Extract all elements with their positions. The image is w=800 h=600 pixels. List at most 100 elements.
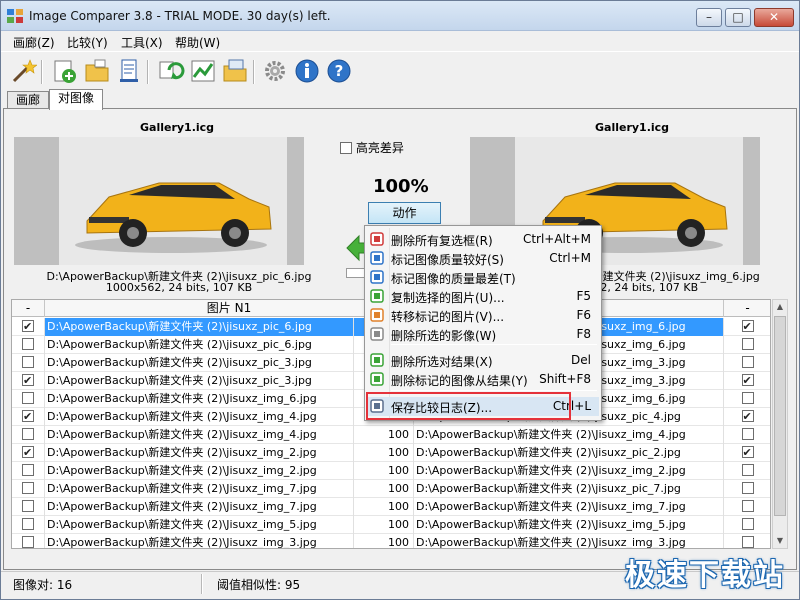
row-left-path[interactable]: D:\ApowerBackup\新建文件夹 (2)\Jisuxz_img_7.j… [45,480,354,498]
row-right-checkbox-cell[interactable] [724,390,770,408]
scroll-up-icon[interactable]: ▲ [773,300,787,314]
highlight-checkbox-box[interactable] [340,142,352,154]
row-left-checkbox-cell[interactable] [12,444,45,462]
row-right-checkbox[interactable] [741,356,754,368]
context-menu-item-mark-worse[interactable]: 标记图像的质量最差(T) [367,268,599,287]
row-left-checkbox[interactable] [22,518,34,530]
row-right-path[interactable]: D:\ApowerBackup\新建文件夹 (2)\Jisuxz_img_5.j… [414,516,724,534]
new-document-icon[interactable] [115,57,143,85]
context-menu-item-checkbox-clear[interactable]: 删除所有复选框(R) Ctrl+Alt+M [367,230,599,249]
maximize-button[interactable]: □ [725,8,751,27]
table-row[interactable]: D:\ApowerBackup\新建文件夹 (2)\Jisuxz_img_7.j… [12,498,770,516]
settings-gear-icon[interactable] [261,57,289,85]
row-right-path[interactable]: D:\ApowerBackup\新建文件夹 (2)\Jisuxz_img_2.j… [414,462,724,480]
row-right-checkbox[interactable] [741,482,754,494]
context-menu-item-move-image[interactable]: 转移标记的图片(V)... F6 [367,306,599,325]
row-left-checkbox-cell[interactable] [12,516,45,534]
row-right-path[interactable]: D:\ApowerBackup\新建文件夹 (2)\jisuxz_pic_2.j… [414,444,724,462]
row-left-checkbox[interactable] [22,338,34,350]
row-left-checkbox-cell[interactable] [12,534,45,548]
row-left-checkbox[interactable] [22,318,34,335]
tab-gallery[interactable]: 画廊 [7,91,50,109]
context-menu-item-remove-marked[interactable]: 删除标记的图像从结果(Y) Shift+F8 [367,370,599,389]
row-left-path[interactable]: D:\ApowerBackup\新建文件夹 (2)\Jisuxz_img_6.j… [45,390,354,408]
row-left-checkbox-cell[interactable] [12,408,45,426]
row-right-checkbox-cell[interactable] [724,498,770,516]
row-left-path[interactable]: D:\ApowerBackup\新建文件夹 (2)\jisuxz_pic_6.j… [45,318,354,336]
export-folder-icon[interactable] [221,57,249,85]
row-right-checkbox-cell[interactable] [724,534,770,548]
row-left-checkbox[interactable] [22,408,34,425]
row-left-path[interactable]: D:\ApowerBackup\新建文件夹 (2)\Jisuxz_img_5.j… [45,516,354,534]
table-row[interactable]: D:\ApowerBackup\新建文件夹 (2)\Jisuxz_img_5.j… [12,516,770,534]
row-left-checkbox-cell[interactable] [12,372,45,390]
row-left-checkbox[interactable] [22,428,34,440]
row-left-checkbox-cell[interactable] [12,336,45,354]
row-left-path[interactable]: D:\ApowerBackup\新建文件夹 (2)\jisuxz_pic_6.j… [45,336,354,354]
context-menu-item-delete-image[interactable]: 删除所选的影像(W) F8 [367,325,599,344]
tab-image-pairs[interactable]: 对图像 [49,89,104,110]
menu-gallery[interactable]: 画廊(Z) [13,34,55,51]
row-left-checkbox[interactable] [22,372,34,389]
minimize-button[interactable]: – [696,8,722,27]
close-button[interactable]: ✕ [754,8,794,27]
row-left-checkbox-cell[interactable] [12,480,45,498]
table-row[interactable]: D:\ApowerBackup\新建文件夹 (2)\Jisuxz_img_3.j… [12,534,770,548]
row-left-path[interactable]: D:\ApowerBackup\新建文件夹 (2)\Jisuxz_img_7.j… [45,498,354,516]
row-left-path[interactable]: D:\ApowerBackup\新建文件夹 (2)\Jisuxz_img_3.j… [45,534,354,548]
row-left-checkbox-cell[interactable] [12,426,45,444]
row-right-checkbox[interactable] [741,318,754,335]
row-left-checkbox-cell[interactable] [12,354,45,372]
scroll-thumb[interactable] [774,316,786,516]
header-image-n1[interactable]: 图片 N1 [45,300,414,317]
help-icon[interactable]: ? [325,57,353,85]
menu-tools[interactable]: 工具(X) [121,34,163,51]
row-right-checkbox-cell[interactable] [724,480,770,498]
row-left-path[interactable]: D:\ApowerBackup\新建文件夹 (2)\jisuxz_pic_3.j… [45,354,354,372]
row-right-checkbox[interactable] [741,428,754,440]
row-right-path[interactable]: D:\ApowerBackup\新建文件夹 (2)\Jisuxz_img_3.j… [414,534,724,548]
row-right-checkbox-cell[interactable] [724,372,770,390]
row-left-checkbox-cell[interactable] [12,462,45,480]
table-row[interactable]: D:\ApowerBackup\新建文件夹 (2)\Jisuxz_img_4.j… [12,426,770,444]
compare-chart-icon[interactable] [189,57,217,85]
row-left-path[interactable]: D:\ApowerBackup\新建文件夹 (2)\Jisuxz_img_4.j… [45,426,354,444]
row-left-checkbox-cell[interactable] [12,318,45,336]
row-right-checkbox-cell[interactable] [724,462,770,480]
row-right-checkbox-cell[interactable] [724,336,770,354]
row-right-checkbox[interactable] [741,372,754,389]
row-right-checkbox[interactable] [741,408,754,425]
row-right-checkbox[interactable] [741,518,754,530]
table-row[interactable]: D:\ApowerBackup\新建文件夹 (2)\Jisuxz_img_7.j… [12,480,770,498]
row-right-checkbox[interactable] [741,536,754,548]
menu-help[interactable]: 帮助(W) [175,34,220,51]
row-right-checkbox-cell[interactable] [724,516,770,534]
left-image-preview[interactable] [14,137,304,265]
table-row[interactable]: D:\ApowerBackup\新建文件夹 (2)\jisuxz_img_2.j… [12,444,770,462]
open-folder-icon[interactable] [83,57,111,85]
row-right-checkbox[interactable] [741,338,754,350]
row-right-checkbox-cell[interactable] [724,318,770,336]
row-right-checkbox-cell[interactable] [724,354,770,372]
row-left-path[interactable]: D:\ApowerBackup\新建文件夹 (2)\Jisuxz_img_4.j… [45,408,354,426]
row-left-checkbox[interactable] [22,444,34,461]
row-left-path[interactable]: D:\ApowerBackup\新建文件夹 (2)\jisuxz_pic_3.j… [45,372,354,390]
context-menu-item-remove-pair[interactable]: 删除所选对结果(X) Del [367,351,599,370]
row-right-path[interactable]: D:\ApowerBackup\新建文件夹 (2)\Jisuxz_img_7.j… [414,498,724,516]
row-left-checkbox[interactable] [22,356,34,368]
table-row[interactable]: D:\ApowerBackup\新建文件夹 (2)\Jisuxz_img_2.j… [12,462,770,480]
row-right-checkbox[interactable] [741,464,754,476]
row-right-checkbox[interactable] [741,392,754,404]
row-right-path[interactable]: D:\ApowerBackup\新建文件夹 (2)\jisuxz_pic_7.j… [414,480,724,498]
context-menu-item-mark-better[interactable]: 标记图像质量较好(S) Ctrl+M [367,249,599,268]
row-left-path[interactable]: D:\ApowerBackup\新建文件夹 (2)\Jisuxz_img_2.j… [45,462,354,480]
row-right-checkbox[interactable] [741,500,754,512]
info-icon[interactable] [293,57,321,85]
row-right-path[interactable]: D:\ApowerBackup\新建文件夹 (2)\Jisuxz_img_4.j… [414,426,724,444]
header-right-check[interactable]: - [724,300,770,317]
row-left-path[interactable]: D:\ApowerBackup\新建文件夹 (2)\jisuxz_img_2.j… [45,444,354,462]
magic-wand-icon[interactable] [9,57,37,85]
row-right-checkbox[interactable] [741,444,754,461]
title-bar[interactable]: Image Comparer 3.8 - TRIAL MODE. 30 day(… [1,1,799,31]
row-left-checkbox[interactable] [22,536,34,548]
